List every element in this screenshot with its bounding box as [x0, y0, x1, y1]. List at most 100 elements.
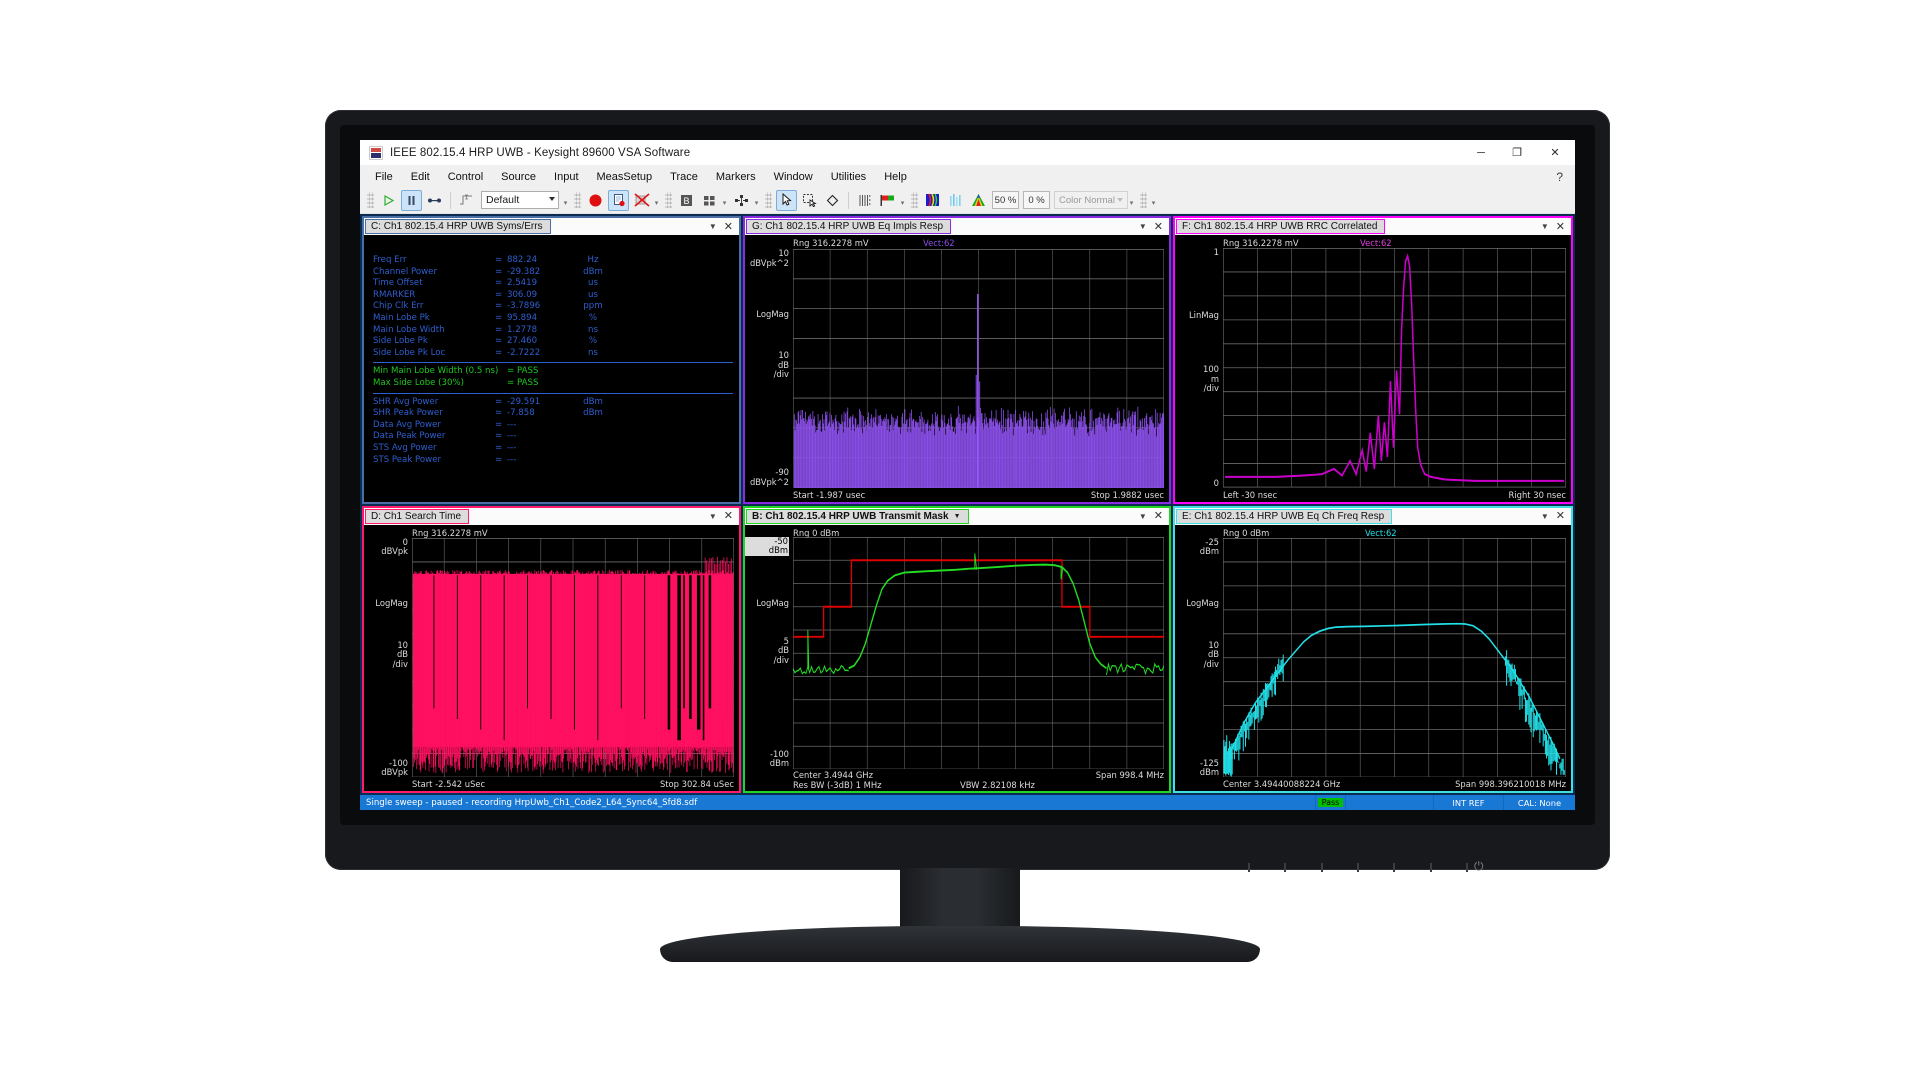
trigger-icon[interactable]: [456, 190, 477, 211]
plot-area-f[interactable]: [1223, 248, 1566, 488]
chevron-down-icon[interactable]: [549, 197, 555, 201]
close-icon-d[interactable]: ✕: [724, 511, 733, 522]
persistence-percent-b[interactable]: 0 %: [1023, 191, 1050, 209]
panel-syms-errs[interactable]: C: Ch1 802.15.4 HRP UWB Syms/Errs ▼ ✕ Fr…: [362, 216, 741, 504]
markers-icon[interactable]: [731, 190, 752, 211]
row-eq: =: [495, 454, 503, 465]
persistence-icon[interactable]: [968, 190, 989, 211]
menu-item-window[interactable]: Window: [765, 169, 822, 185]
menu-item-source[interactable]: Source: [492, 169, 545, 185]
stop-recording-icon[interactable]: [631, 190, 652, 211]
menu-item-markers[interactable]: Markers: [707, 169, 765, 185]
close-icon-c[interactable]: ✕: [724, 221, 733, 232]
grid-layout-icon[interactable]: [699, 190, 720, 211]
menu-item-control[interactable]: Control: [439, 169, 492, 185]
toolbar-grip[interactable]: [367, 192, 374, 208]
maximize-button[interactable]: ❐: [1499, 140, 1535, 166]
panel-rrc-correlated[interactable]: F: Ch1 802.15.4 HRP UWB RRC Correlated ▼…: [1173, 216, 1573, 504]
graph-b: Rng 0 dBm -50 dBm LogMag 5 dB /div -100 …: [745, 525, 1169, 792]
spectrogram-icon[interactable]: [854, 190, 875, 211]
minimize-button[interactable]: ─: [1463, 140, 1499, 166]
color-mode-combo[interactable]: Color Normal: [1054, 191, 1128, 209]
help-icon[interactable]: ?: [1556, 170, 1563, 184]
preset-combo[interactable]: Default: [481, 191, 559, 209]
recording-file-icon[interactable]: [608, 189, 629, 211]
plot-area-g[interactable]: [793, 249, 1164, 488]
chevron-down-icon-e[interactable]: ▼: [1541, 512, 1549, 521]
pointer-icon[interactable]: [776, 189, 797, 211]
menu-item-help[interactable]: Help: [875, 169, 916, 185]
panel-body-b[interactable]: Rng 0 dBm -50 dBm LogMag 5 dB /div -100 …: [745, 524, 1169, 792]
toolbar-overflow-6[interactable]: ▾: [1150, 193, 1157, 207]
chevron-down-icon-2[interactable]: [1117, 198, 1123, 202]
toolbar-overflow-5[interactable]: ▾: [1128, 193, 1135, 207]
row-label: Data Avg Power: [373, 419, 441, 430]
play-icon[interactable]: [378, 190, 399, 211]
record-icon[interactable]: [585, 190, 606, 211]
panel-eq-impls-resp[interactable]: G: Ch1 802.15.4 HRP UWB Eq Impls Resp ▼ …: [743, 216, 1171, 504]
b-icon[interactable]: B: [676, 190, 697, 211]
chevron-down-icon-title-b[interactable]: ▼: [954, 513, 961, 520]
close-icon-e[interactable]: ✕: [1556, 511, 1565, 522]
menu-item-input[interactable]: Input: [545, 169, 587, 185]
chevron-down-icon-f[interactable]: ▼: [1541, 222, 1549, 231]
waterfall-icon[interactable]: [945, 190, 966, 211]
row-unit: %: [588, 336, 598, 347]
panel-body-d[interactable]: Rng 316.2278 mV 0 dBVpk LogMag 10 dB /di…: [364, 524, 739, 791]
color-map-icon[interactable]: [922, 190, 943, 211]
toolbar-overflow-4[interactable]: ▾: [899, 193, 906, 207]
panel-body-e[interactable]: Rng 0 dBm Vect:62 -25 dBm LogMag 10 dB /…: [1175, 524, 1571, 791]
panel-title-b[interactable]: B: Ch1 802.15.4 HRP UWB Transmit Mask ▼: [746, 508, 969, 524]
toolbar-grip-6[interactable]: [1140, 192, 1147, 208]
row-label: Side Lobe Pk: [373, 336, 428, 347]
plot-area-b[interactable]: [793, 536, 1164, 769]
range-label-g: Rng 316.2278 mV: [793, 238, 869, 248]
panel-title-c[interactable]: C: Ch1 802.15.4 HRP UWB Syms/Errs: [365, 219, 551, 234]
toolbar-overflow-2[interactable]: ▾: [653, 193, 660, 207]
chevron-down-icon-g[interactable]: ▼: [1139, 222, 1147, 231]
close-button[interactable]: ✕: [1535, 140, 1575, 166]
panel-body-f[interactable]: Rng 316.2278 mV Vect:62 1 LinMag 100 m /…: [1175, 235, 1571, 502]
chevron-down-icon-c[interactable]: ▼: [709, 222, 717, 231]
grid-layout-dropdown[interactable]: ▾: [721, 193, 728, 207]
toolbar-overflow-3[interactable]: ▾: [753, 193, 760, 207]
panel-title-f[interactable]: F: Ch1 802.15.4 HRP UWB RRC Correlated: [1176, 219, 1386, 234]
panel-search-time[interactable]: D: Ch1 Search Time ▼ ✕ Rng 316.2278 mV 0…: [362, 505, 741, 793]
toolbar-grip-4[interactable]: [765, 192, 772, 208]
marker-diamond-icon[interactable]: [822, 190, 843, 211]
row-unit: Hz: [587, 255, 599, 265]
plot-area-e[interactable]: [1223, 537, 1566, 777]
close-icon-b[interactable]: ✕: [1154, 511, 1163, 522]
panel-title-e[interactable]: E: Ch1 802.15.4 HRP UWB Eq Ch Freq Resp: [1176, 508, 1393, 524]
toolbar-grip-2[interactable]: [574, 192, 581, 208]
close-icon-f[interactable]: ✕: [1556, 221, 1565, 232]
persistence-percent-a[interactable]: 50 %: [992, 191, 1019, 209]
pause-icon[interactable]: [401, 189, 422, 211]
toolbar-grip-3[interactable]: [665, 192, 672, 208]
menu-item-utilities[interactable]: Utilities: [822, 169, 875, 185]
panel-body-g[interactable]: Rng 316.2278 mV Vect:62 10 dBVpk^2 LogMa…: [745, 235, 1169, 502]
flag-icon[interactable]: [877, 190, 898, 211]
toolbar-grip-5[interactable]: [911, 192, 918, 208]
chevron-down-icon-b[interactable]: ▼: [1139, 512, 1147, 521]
menu-item-file[interactable]: File: [366, 169, 402, 185]
panel-header-b: B: Ch1 802.15.4 HRP UWB Transmit Mask ▼ …: [745, 507, 1169, 525]
panel-eq-ch-freq-resp[interactable]: E: Ch1 802.15.4 HRP UWB Eq Ch Freq Resp …: [1173, 505, 1573, 793]
step-icon[interactable]: [424, 190, 445, 211]
chevron-down-icon-d[interactable]: ▼: [709, 512, 717, 521]
plot-area-d[interactable]: [412, 537, 734, 777]
menu-item-edit[interactable]: Edit: [402, 169, 439, 185]
window-title: IEEE 802.15.4 HRP UWB - Keysight 89600 V…: [390, 146, 691, 159]
row-value: ---: [507, 454, 517, 465]
zoom-box-icon[interactable]: [799, 190, 820, 211]
panel-title-d[interactable]: D: Ch1 Search Time: [365, 508, 470, 524]
menu-item-meassetup[interactable]: MeasSetup: [588, 169, 662, 185]
panel-title-g[interactable]: G: Ch1 802.15.4 HRP UWB Eq Impls Resp: [746, 219, 952, 234]
panel-body-c[interactable]: Freq Err = 882.24 Hz Channel Power = -29.382 d…: [364, 235, 739, 502]
close-icon-g[interactable]: ✕: [1154, 221, 1163, 232]
panel-transmit-mask[interactable]: B: Ch1 802.15.4 HRP UWB Transmit Mask ▼ …: [743, 505, 1171, 793]
power-icon[interactable]: ⏻: [1474, 860, 1486, 872]
toolbar-overflow-1[interactable]: ▾: [562, 193, 569, 207]
x-axis-center-b: Center 3.4944 GHz: [793, 770, 874, 780]
menu-item-trace[interactable]: Trace: [661, 169, 707, 185]
